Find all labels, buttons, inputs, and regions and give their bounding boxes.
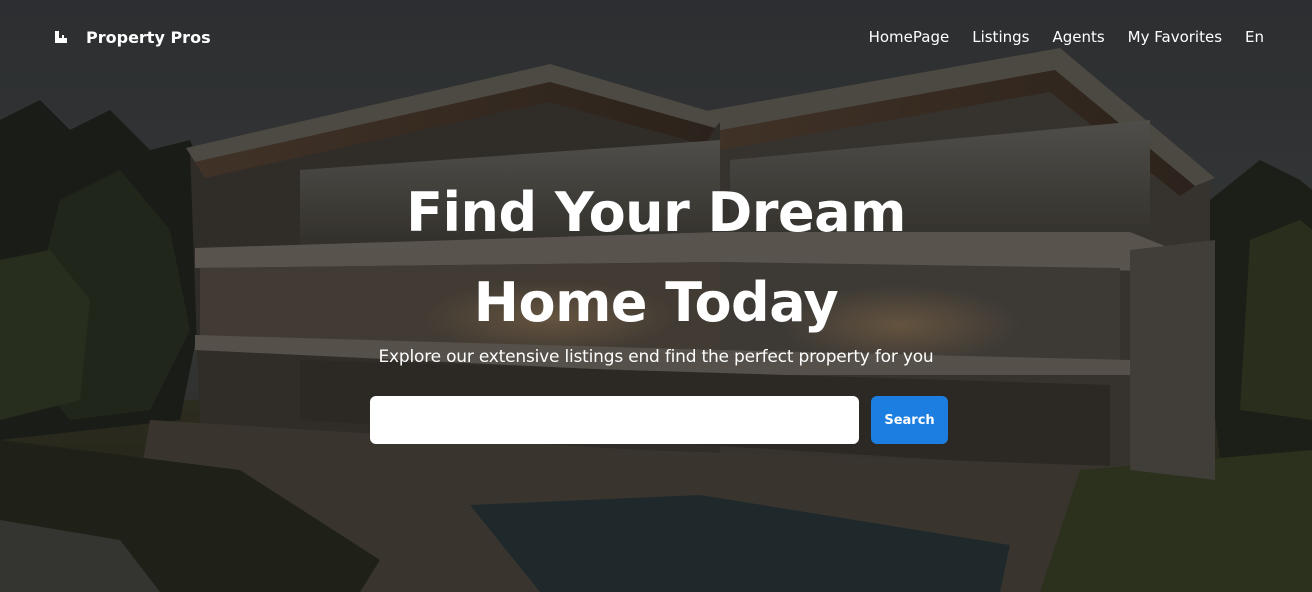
nav-link-agents[interactable]: Agents — [1052, 28, 1104, 46]
nav-link-my-favorites[interactable]: My Favorites — [1128, 28, 1222, 46]
brand-link[interactable]: Property Pros — [54, 26, 211, 48]
language-selector[interactable]: En — [1245, 28, 1264, 46]
nav-link-homepage[interactable]: HomePage — [869, 28, 950, 46]
search-button[interactable]: Search — [871, 396, 948, 444]
hero-title-line-2: Home Today — [473, 271, 839, 334]
hero-title: Find Your Dream Home Today — [0, 168, 1312, 348]
search-input[interactable] — [370, 396, 859, 444]
navbar: Property Pros HomePage Listings Agents M… — [0, 0, 1312, 72]
brand-name: Property Pros — [86, 27, 211, 47]
building-logo-icon — [55, 31, 67, 43]
nav-link-listings[interactable]: Listings — [972, 28, 1029, 46]
hero-subtitle: Explore our extensive listings end find … — [378, 347, 934, 367]
nav-links: HomePage Listings Agents My Favorites En — [869, 26, 1264, 48]
hero-title-line-1: Find Your Dream — [406, 181, 906, 244]
